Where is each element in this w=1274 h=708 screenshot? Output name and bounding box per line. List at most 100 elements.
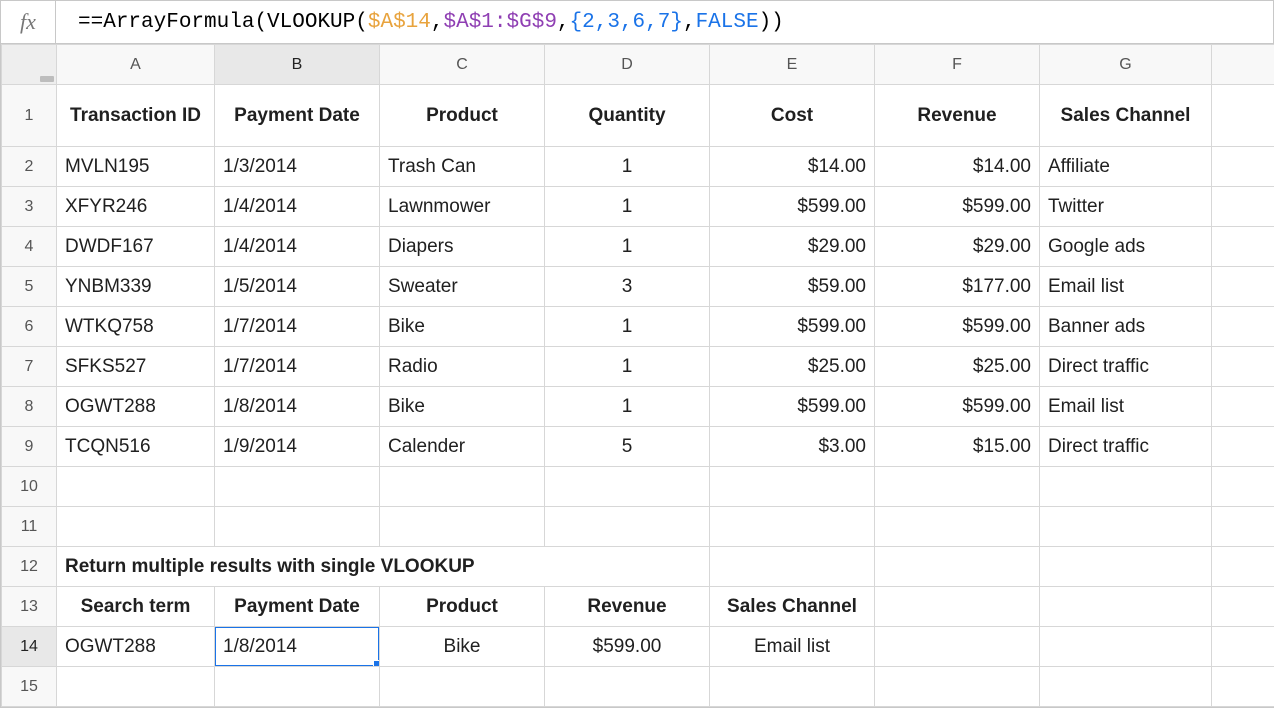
cell[interactable]: [215, 667, 380, 707]
cell-cost[interactable]: $599.00: [710, 307, 875, 347]
cell[interactable]: [875, 467, 1040, 507]
cell[interactable]: [1212, 587, 1274, 627]
col-head-G[interactable]: G: [1040, 45, 1212, 85]
cell-sales-channel[interactable]: Affiliate: [1040, 147, 1212, 187]
cell-payment-date[interactable]: 1/4/2014: [215, 227, 380, 267]
cell-transaction-id[interactable]: XFYR246: [57, 187, 215, 227]
cell-product[interactable]: Trash Can: [380, 147, 545, 187]
cell[interactable]: [545, 507, 710, 547]
cell[interactable]: [1040, 667, 1212, 707]
cell[interactable]: [380, 467, 545, 507]
cell-quantity[interactable]: 5: [545, 427, 710, 467]
spreadsheet-grid[interactable]: A B C D E F G 1Transaction IDPayment Dat…: [0, 44, 1274, 708]
select-all-corner[interactable]: [2, 45, 57, 85]
cell-cost[interactable]: $25.00: [710, 347, 875, 387]
cell-revenue[interactable]: $25.00: [875, 347, 1040, 387]
cell-sales-channel[interactable]: Direct traffic: [1040, 347, 1212, 387]
cell-search-term[interactable]: OGWT288: [57, 627, 215, 667]
cell[interactable]: [1212, 267, 1274, 307]
cell[interactable]: [710, 467, 875, 507]
row-head-7[interactable]: 7: [2, 347, 57, 387]
cell-revenue[interactable]: $599.00: [875, 187, 1040, 227]
cell[interactable]: [1040, 627, 1212, 667]
cell[interactable]: [1040, 547, 1212, 587]
cell[interactable]: [875, 507, 1040, 547]
cell[interactable]: [1212, 227, 1274, 267]
row-head-14[interactable]: 14: [2, 627, 57, 667]
row-head-9[interactable]: 9: [2, 427, 57, 467]
cell-result-sales-channel[interactable]: Email list: [710, 627, 875, 667]
cell-product[interactable]: Bike: [380, 387, 545, 427]
row-head-15[interactable]: 15: [2, 667, 57, 707]
cell-product[interactable]: Radio: [380, 347, 545, 387]
col-head-D[interactable]: D: [545, 45, 710, 85]
cell-cost[interactable]: $599.00: [710, 187, 875, 227]
cell-transaction-id[interactable]: TCQN516: [57, 427, 215, 467]
cell[interactable]: [380, 667, 545, 707]
cell-transaction-id[interactable]: YNBM339: [57, 267, 215, 307]
cell[interactable]: [875, 587, 1040, 627]
cell[interactable]: [215, 467, 380, 507]
cell-quantity[interactable]: 1: [545, 227, 710, 267]
row-head-11[interactable]: 11: [2, 507, 57, 547]
cell-quantity[interactable]: 1: [545, 187, 710, 227]
row-head-2[interactable]: 2: [2, 147, 57, 187]
cell-product[interactable]: Bike: [380, 307, 545, 347]
col-head-E[interactable]: E: [710, 45, 875, 85]
cell-quantity[interactable]: 3: [545, 267, 710, 307]
cell-payment-date[interactable]: 1/7/2014: [215, 347, 380, 387]
cell-sales-channel[interactable]: Direct traffic: [1040, 427, 1212, 467]
row-head-4[interactable]: 4: [2, 227, 57, 267]
cell[interactable]: [1212, 667, 1274, 707]
cell[interactable]: [710, 667, 875, 707]
cell[interactable]: [1212, 387, 1274, 427]
cell-product[interactable]: Lawnmower: [380, 187, 545, 227]
cell-payment-date[interactable]: 1/9/2014: [215, 427, 380, 467]
cell[interactable]: [1212, 307, 1274, 347]
cell-revenue[interactable]: $599.00: [875, 307, 1040, 347]
cell-transaction-id[interactable]: WTKQ758: [57, 307, 215, 347]
col-head-A[interactable]: A: [57, 45, 215, 85]
cell-quantity[interactable]: 1: [545, 147, 710, 187]
cell[interactable]: [1212, 147, 1274, 187]
cell[interactable]: [215, 507, 380, 547]
cell-revenue[interactable]: $599.00: [875, 387, 1040, 427]
cell-sales-channel[interactable]: Google ads: [1040, 227, 1212, 267]
cell[interactable]: [875, 547, 1040, 587]
cell-revenue[interactable]: $14.00: [875, 147, 1040, 187]
cell[interactable]: [1212, 507, 1274, 547]
cell-quantity[interactable]: 1: [545, 387, 710, 427]
cell-result-product[interactable]: Bike: [380, 627, 545, 667]
cell-transaction-id[interactable]: SFKS527: [57, 347, 215, 387]
cell-cost[interactable]: $59.00: [710, 267, 875, 307]
col-head-B[interactable]: B: [215, 45, 380, 85]
cell-result-revenue[interactable]: $599.00: [545, 627, 710, 667]
cell-payment-date[interactable]: 1/8/2014: [215, 387, 380, 427]
cell-product[interactable]: Diapers: [380, 227, 545, 267]
cell[interactable]: [710, 507, 875, 547]
cell-sales-channel[interactable]: Banner ads: [1040, 307, 1212, 347]
cell-transaction-id[interactable]: MVLN195: [57, 147, 215, 187]
cell[interactable]: [875, 627, 1040, 667]
cell-payment-date[interactable]: 1/3/2014: [215, 147, 380, 187]
cell-sales-channel[interactable]: Twitter: [1040, 187, 1212, 227]
cell-product[interactable]: Calender: [380, 427, 545, 467]
cell-sales-channel[interactable]: Email list: [1040, 267, 1212, 307]
col-head-F[interactable]: F: [875, 45, 1040, 85]
cell[interactable]: [1040, 507, 1212, 547]
cell-payment-date[interactable]: 1/5/2014: [215, 267, 380, 307]
cell-product[interactable]: Sweater: [380, 267, 545, 307]
row-head-10[interactable]: 10: [2, 467, 57, 507]
cell-sales-channel[interactable]: Email list: [1040, 387, 1212, 427]
row-head-1[interactable]: 1: [2, 85, 57, 147]
cell[interactable]: [380, 507, 545, 547]
cell-quantity[interactable]: 1: [545, 307, 710, 347]
col-head-H[interactable]: [1212, 45, 1274, 85]
row-head-6[interactable]: 6: [2, 307, 57, 347]
cell[interactable]: [57, 467, 215, 507]
row-head-12[interactable]: 12: [2, 547, 57, 587]
cell-revenue[interactable]: $15.00: [875, 427, 1040, 467]
cell[interactable]: [875, 667, 1040, 707]
cell-revenue[interactable]: $29.00: [875, 227, 1040, 267]
cell-revenue[interactable]: $177.00: [875, 267, 1040, 307]
